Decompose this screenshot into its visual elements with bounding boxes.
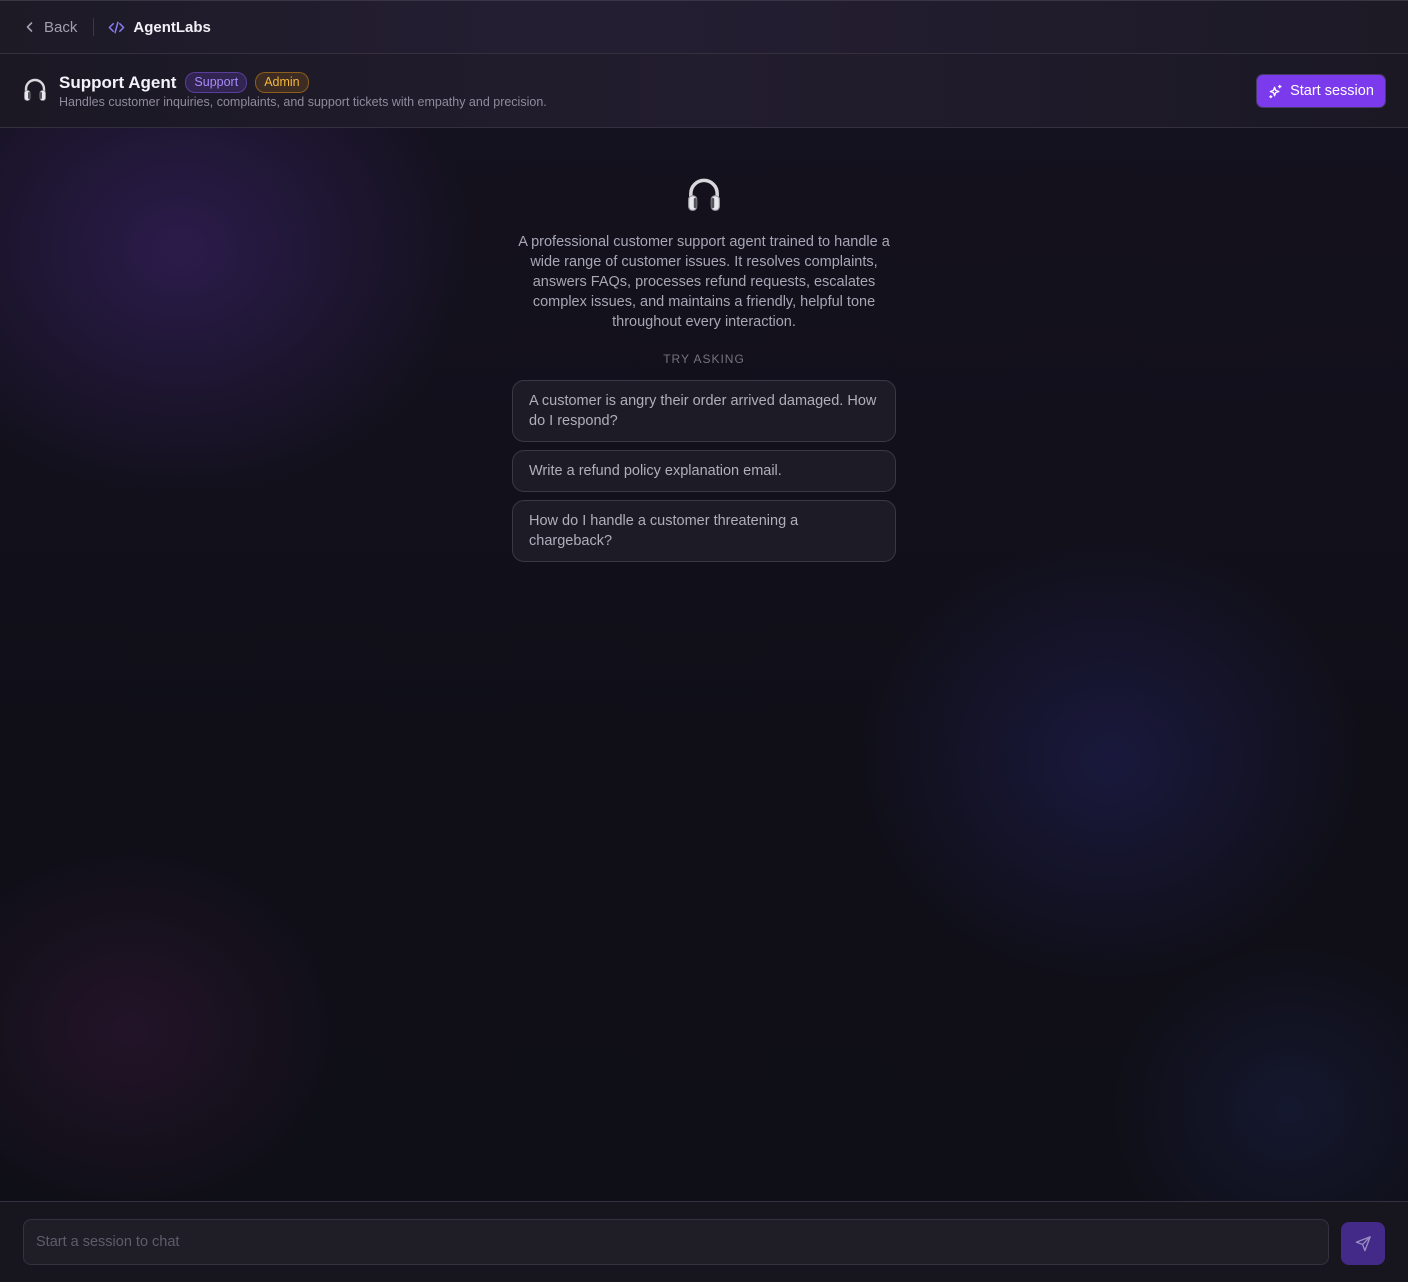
suggestion-prompt[interactable]: A customer is angry their order arrived … [512,380,896,442]
send-icon [1355,1236,1371,1252]
start-session-button[interactable]: Start session [1257,75,1385,107]
headphones-icon [24,78,46,101]
brand[interactable]: AgentLabs [108,19,211,36]
headphones-icon [688,178,720,211]
back-button[interactable]: Back [24,19,77,36]
chevron-left-icon [26,22,33,32]
send-button[interactable] [1341,1222,1385,1265]
badge-support: Support [185,72,248,93]
divider [93,18,95,36]
try-asking-heading: TRY ASKING [663,352,745,366]
chat-input[interactable] [23,1219,1329,1265]
chat-composer [0,1201,1408,1282]
sparkles-icon [1269,84,1282,98]
agent-description: A professional customer support agent tr… [518,234,890,330]
code-icon [109,21,125,33]
badge-admin: Admin [255,72,309,93]
agent-header: Support Agent Support Admin Handles cust… [0,54,1408,128]
agent-subtitle: Handles customer inquiries, complaints, … [59,95,547,109]
agent-title: Support Agent [59,72,177,92]
start-session-label: Start session [1290,83,1374,99]
top-bar: Back AgentLabs [0,0,1408,54]
suggestion-prompt[interactable]: How do I handle a customer threatening a… [512,500,896,562]
brand-name: AgentLabs [133,18,211,36]
main-content: A professional customer support agent tr… [0,128,1408,1201]
back-label: Back [44,18,78,36]
suggestion-prompt[interactable]: Write a refund policy explanation email. [512,450,896,492]
